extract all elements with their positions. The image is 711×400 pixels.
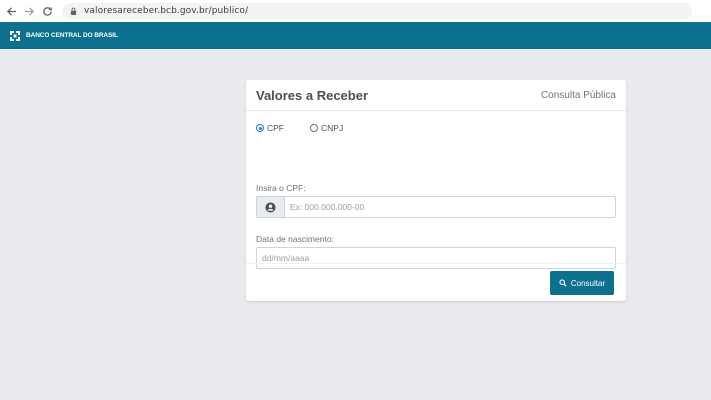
radio-cpf[interactable]: CPF bbox=[256, 123, 284, 133]
arrow-right-icon bbox=[24, 6, 34, 16]
site-header: BANCO CENTRAL DO BRASIL bbox=[0, 22, 711, 49]
bcb-logo-icon bbox=[10, 30, 20, 41]
radio-cpf-indicator[interactable] bbox=[256, 124, 264, 132]
address-bar[interactable]: valoresareceber.bcb.gov.br/publico/ bbox=[62, 3, 692, 19]
consultar-label: Consultar bbox=[570, 278, 606, 288]
radio-cnpj[interactable]: CNPJ bbox=[310, 123, 343, 133]
card-body: CPF CNPJ Insira o CPF: Ex: 000.000.000-0… bbox=[246, 111, 626, 269]
cpf-label: Insira o CPF: bbox=[256, 183, 306, 193]
cpf-input[interactable]: Ex: 000.000.000-00 bbox=[285, 202, 364, 212]
card-footer: Consultar bbox=[246, 263, 626, 301]
document-type-group: CPF CNPJ bbox=[256, 123, 369, 133]
arrow-left-icon bbox=[6, 6, 16, 16]
radio-cnpj-label: CNPJ bbox=[321, 123, 344, 133]
birthdate-input[interactable]: dd/mm/aaaa bbox=[262, 253, 309, 263]
consulta-card: Valores a Receber Consulta Pública CPF C… bbox=[246, 80, 626, 301]
radio-cpf-label: CPF bbox=[267, 123, 284, 133]
user-addon bbox=[257, 197, 285, 217]
birthdate-label: Data de nascimento: bbox=[256, 234, 334, 244]
brand-name: BANCO CENTRAL DO BRASIL bbox=[26, 32, 118, 39]
search-icon bbox=[559, 279, 567, 287]
back-button[interactable] bbox=[4, 4, 18, 18]
reload-button[interactable] bbox=[40, 4, 54, 18]
radio-cnpj-indicator[interactable] bbox=[310, 124, 318, 132]
url-text: valoresareceber.bcb.gov.br/publico/ bbox=[84, 6, 249, 16]
user-circle-icon bbox=[265, 201, 276, 213]
cpf-input-group[interactable]: Ex: 000.000.000-00 bbox=[256, 196, 616, 218]
card-header: Valores a Receber Consulta Pública bbox=[246, 80, 626, 111]
forward-button[interactable] bbox=[22, 4, 36, 18]
browser-toolbar: valoresareceber.bcb.gov.br/publico/ bbox=[0, 0, 711, 22]
lock-icon bbox=[70, 7, 78, 16]
page-title: Valores a Receber bbox=[256, 87, 369, 103]
consultar-button[interactable]: Consultar bbox=[550, 271, 614, 295]
reload-icon bbox=[42, 6, 52, 16]
page-subtitle: Consulta Pública bbox=[540, 89, 616, 101]
